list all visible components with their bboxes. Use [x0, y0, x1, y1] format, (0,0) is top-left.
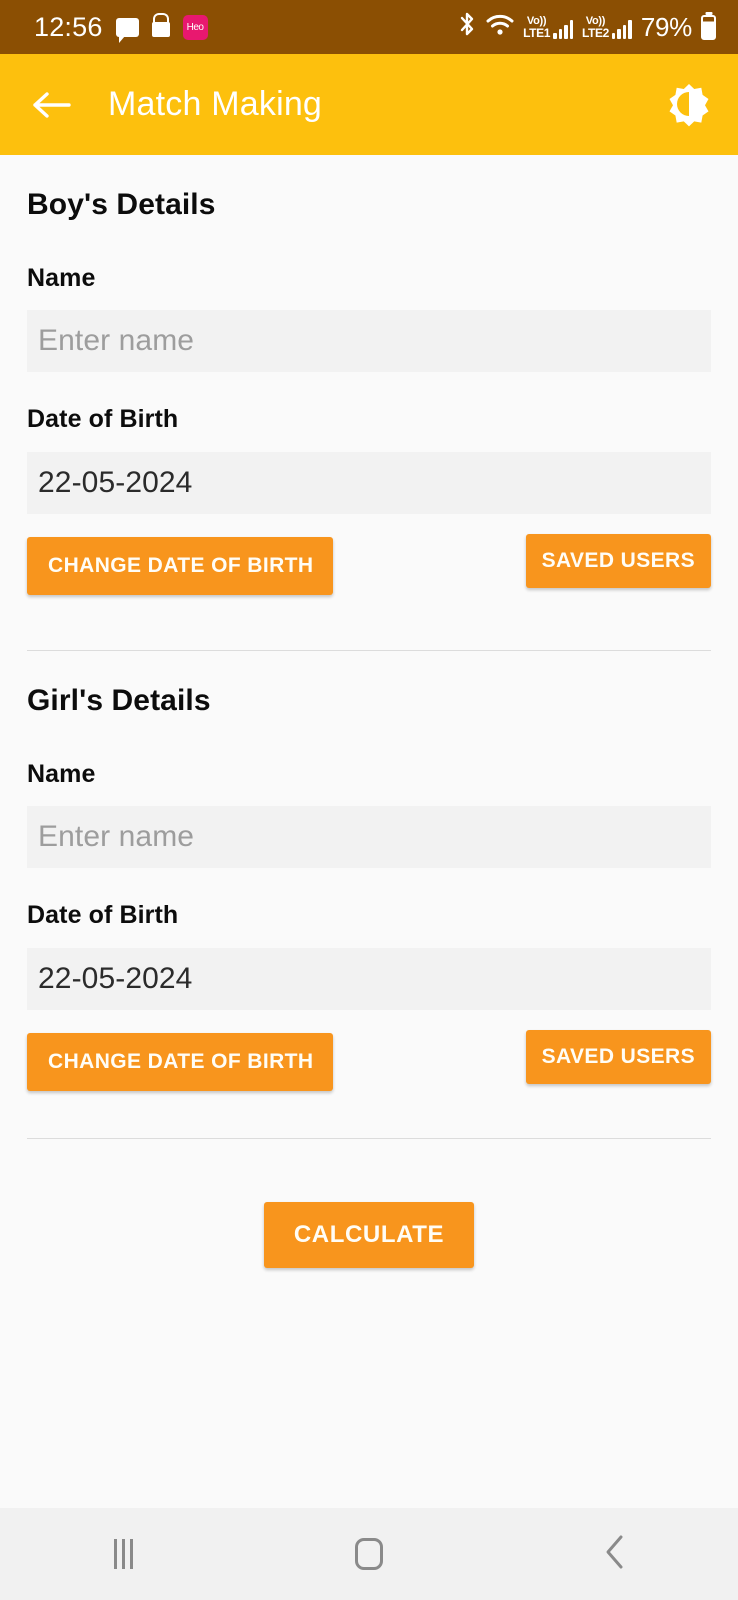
heo-badge-icon: Heo: [182, 14, 208, 40]
lock-icon: [151, 21, 170, 37]
volte2-label-top: Vo)): [585, 14, 606, 27]
wifi-icon: [486, 13, 514, 42]
phone-screen: 12:56 Heo Vo)) LTE1 Vo)) LTE2 79% Match …: [0, 0, 738, 1600]
battery-percent-label: 79%: [640, 11, 692, 42]
boy-section-title: Boy's Details: [27, 188, 216, 221]
system-nav-bar: [0, 1508, 738, 1600]
girl-name-input[interactable]: Enter name: [27, 806, 711, 868]
back-arrow-icon[interactable]: [30, 83, 74, 127]
section-divider-1: [27, 650, 711, 651]
girl-change-dob-button[interactable]: CHANGE DATE OF BIRTH: [27, 1033, 334, 1091]
recents-button[interactable]: [0, 1508, 246, 1600]
calculate-row: CALCULATE: [27, 1202, 711, 1268]
boy-dob-field[interactable]: 22-05-2024: [27, 452, 711, 514]
girl-section-title: Girl's Details: [27, 684, 211, 717]
app-bar: Match Making: [0, 54, 738, 155]
girl-button-row: CHANGE DATE OF BIRTH SAVED USERS: [27, 1030, 711, 1091]
status-bar: 12:56 Heo Vo)) LTE1 Vo)) LTE2 79%: [0, 0, 738, 54]
nav-back-icon: [602, 1534, 628, 1575]
home-icon: [355, 1538, 383, 1570]
calculate-button[interactable]: CALCULATE: [263, 1202, 475, 1268]
status-bar-right: Vo)) LTE1 Vo)) LTE2 79%: [457, 12, 716, 43]
message-icon: [115, 17, 139, 43]
girl-saved-users-button[interactable]: SAVED USERS: [525, 1030, 711, 1084]
volte-lte1-icon: Vo)) LTE1: [523, 14, 573, 40]
boy-saved-users-button[interactable]: SAVED USERS: [525, 534, 711, 588]
nav-back-button[interactable]: [492, 1508, 738, 1600]
signal-bars-2-icon: [611, 19, 632, 39]
boy-dob-label: Date of Birth: [27, 405, 179, 433]
page-title: Match Making: [108, 85, 323, 123]
volte2-label-bottom: LTE2: [582, 25, 609, 40]
volte-lte2-icon: Vo)) LTE2: [582, 14, 632, 40]
signal-bars-1-icon: [553, 19, 573, 39]
volte1-label-top: Vo)): [526, 14, 547, 27]
status-clock: 12:56: [34, 11, 103, 42]
boy-name-input[interactable]: Enter name: [27, 310, 711, 372]
brightness-contrast-icon[interactable]: [666, 82, 712, 128]
girl-dob-label: Date of Birth: [27, 901, 179, 929]
girl-name-label: Name: [27, 760, 96, 788]
boy-change-dob-button[interactable]: CHANGE DATE OF BIRTH: [27, 537, 334, 595]
boy-name-label: Name: [27, 264, 96, 292]
form-content: Boy's Details Name Enter name Date of Bi…: [0, 155, 738, 1508]
volte1-label-bottom: LTE1: [523, 25, 550, 40]
battery-icon: [701, 14, 716, 40]
recents-icon: [113, 1539, 133, 1569]
home-button[interactable]: [246, 1508, 492, 1600]
girl-dob-field[interactable]: 22-05-2024: [27, 948, 711, 1010]
boy-button-row: CHANGE DATE OF BIRTH SAVED USERS: [27, 534, 711, 595]
status-bar-left: 12:56 Heo: [34, 11, 208, 43]
section-divider-2: [27, 1138, 711, 1139]
bluetooth-icon: [457, 12, 477, 43]
